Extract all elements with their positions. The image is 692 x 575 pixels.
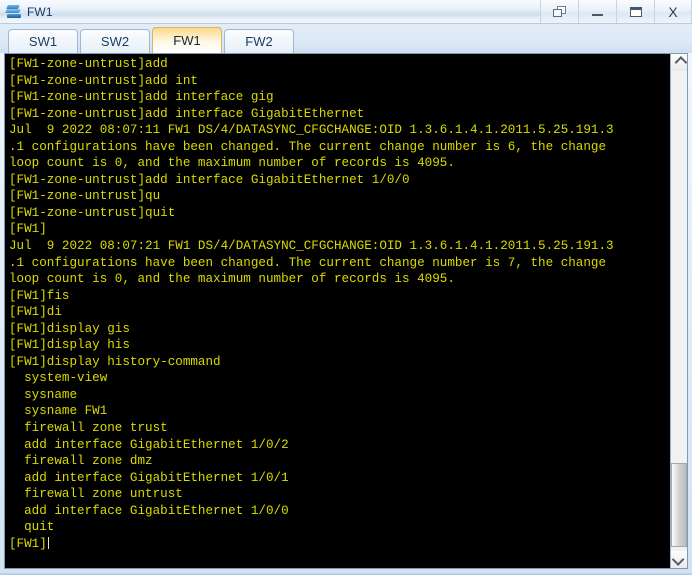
title-bar-left: FW1 xyxy=(0,4,53,19)
tab-label: FW2 xyxy=(245,34,273,49)
tab-sw2[interactable]: SW2 xyxy=(80,29,150,53)
close-button[interactable]: X xyxy=(654,0,692,23)
terminal-line: [FW1-zone-untrust]add interface gig xyxy=(9,90,274,105)
terminal-vertical-scrollbar[interactable] xyxy=(670,54,687,568)
terminal-line: Jul 9 2022 08:07:11 FW1 DS/4/DATASYNC_CF… xyxy=(9,123,614,138)
terminal-line: firewall zone untrust xyxy=(9,487,183,502)
terminal-line: loop count is 0, and the maximum number … xyxy=(9,156,455,171)
terminal-line: sysname xyxy=(9,387,78,402)
terminal-prompt: [FW1] xyxy=(9,536,47,551)
terminal-line: .1 configurations have been changed. The… xyxy=(9,139,607,154)
tab-label: SW1 xyxy=(28,34,58,49)
title-bar: FW1 X xyxy=(0,0,692,24)
terminal-line: [FW1-zone-untrust]add interface GigabitE… xyxy=(9,172,410,187)
maximize-button[interactable] xyxy=(616,0,654,23)
tab-label: SW2 xyxy=(100,34,130,49)
terminal-line: [FW1-zone-untrust]add interface GigabitE… xyxy=(9,106,365,121)
maximize-icon xyxy=(629,6,642,17)
terminal-line: add interface GigabitEthernet 1/0/2 xyxy=(9,437,289,452)
terminal-line: [FW1-zone-untrust]qu xyxy=(9,189,161,204)
terminal-line: [FW1]fis xyxy=(9,288,70,303)
terminal-line: .1 configurations have been changed. The… xyxy=(9,255,607,270)
terminal-line: [FW1-zone-untrust]add int xyxy=(9,73,198,88)
terminal-line: quit xyxy=(9,520,55,535)
scroll-up-button[interactable] xyxy=(671,54,687,71)
terminal-line: firewall zone dmz xyxy=(9,454,153,469)
restore-window-icon xyxy=(553,6,566,17)
terminal-panel[interactable]: [FW1-zone-untrust]add [FW1-zone-untrust]a… xyxy=(4,53,688,569)
close-icon: X xyxy=(668,3,678,20)
minimize-button[interactable] xyxy=(578,0,616,23)
terminal-line: system-view xyxy=(9,371,108,386)
terminal-line: loop count is 0, and the maximum number … xyxy=(9,272,455,287)
terminal-line: [FW1-zone-untrust]add xyxy=(9,57,168,71)
terminal-prompt-line: [FW1] xyxy=(9,536,670,553)
device-tab-bar: SW1 SW2 FW1 FW2 xyxy=(0,24,692,53)
scroll-down-button[interactable] xyxy=(671,551,687,568)
scrollbar-track[interactable] xyxy=(671,71,687,551)
terminal-line: [FW1-zone-untrust]quit xyxy=(9,205,176,220)
restore-button[interactable] xyxy=(540,0,578,23)
minimize-icon xyxy=(592,13,603,16)
terminal-cursor xyxy=(47,536,49,549)
terminal-line: [FW1]display history-command xyxy=(9,354,221,369)
scrollbar-thumb[interactable] xyxy=(671,463,687,547)
terminal-line: add interface GigabitEthernet 1/0/1 xyxy=(9,470,289,485)
window-controls: X xyxy=(540,0,692,23)
terminal-line: [FW1]di xyxy=(9,305,62,320)
terminal-line: Jul 9 2022 08:07:21 FW1 DS/4/DATASYNC_CF… xyxy=(9,239,614,254)
tab-label: FW1 xyxy=(173,33,201,48)
tab-sw1[interactable]: SW1 xyxy=(8,29,78,53)
terminal-line: firewall zone trust xyxy=(9,421,168,436)
terminal-line: sysname FW1 xyxy=(9,404,108,419)
firewall-device-icon xyxy=(5,4,22,19)
tab-fw2[interactable]: FW2 xyxy=(224,29,294,53)
window-title: FW1 xyxy=(27,4,53,19)
chevron-down-icon xyxy=(671,553,684,566)
terminal-line: [FW1] xyxy=(9,222,47,237)
terminal-line: add interface GigabitEthernet 1/0/0 xyxy=(9,503,289,518)
chevron-up-icon xyxy=(674,56,687,69)
terminal-line: [FW1]display gis xyxy=(9,321,130,336)
terminal-output[interactable]: [FW1-zone-untrust]add [FW1-zone-untrust]a… xyxy=(5,54,670,568)
device-console-window: FW1 X SW1 SW2 FW1 FW2 [FW1-zone-untrust]… xyxy=(0,0,692,575)
tab-fw1[interactable]: FW1 xyxy=(152,27,222,53)
terminal-line: [FW1]display his xyxy=(9,338,130,353)
